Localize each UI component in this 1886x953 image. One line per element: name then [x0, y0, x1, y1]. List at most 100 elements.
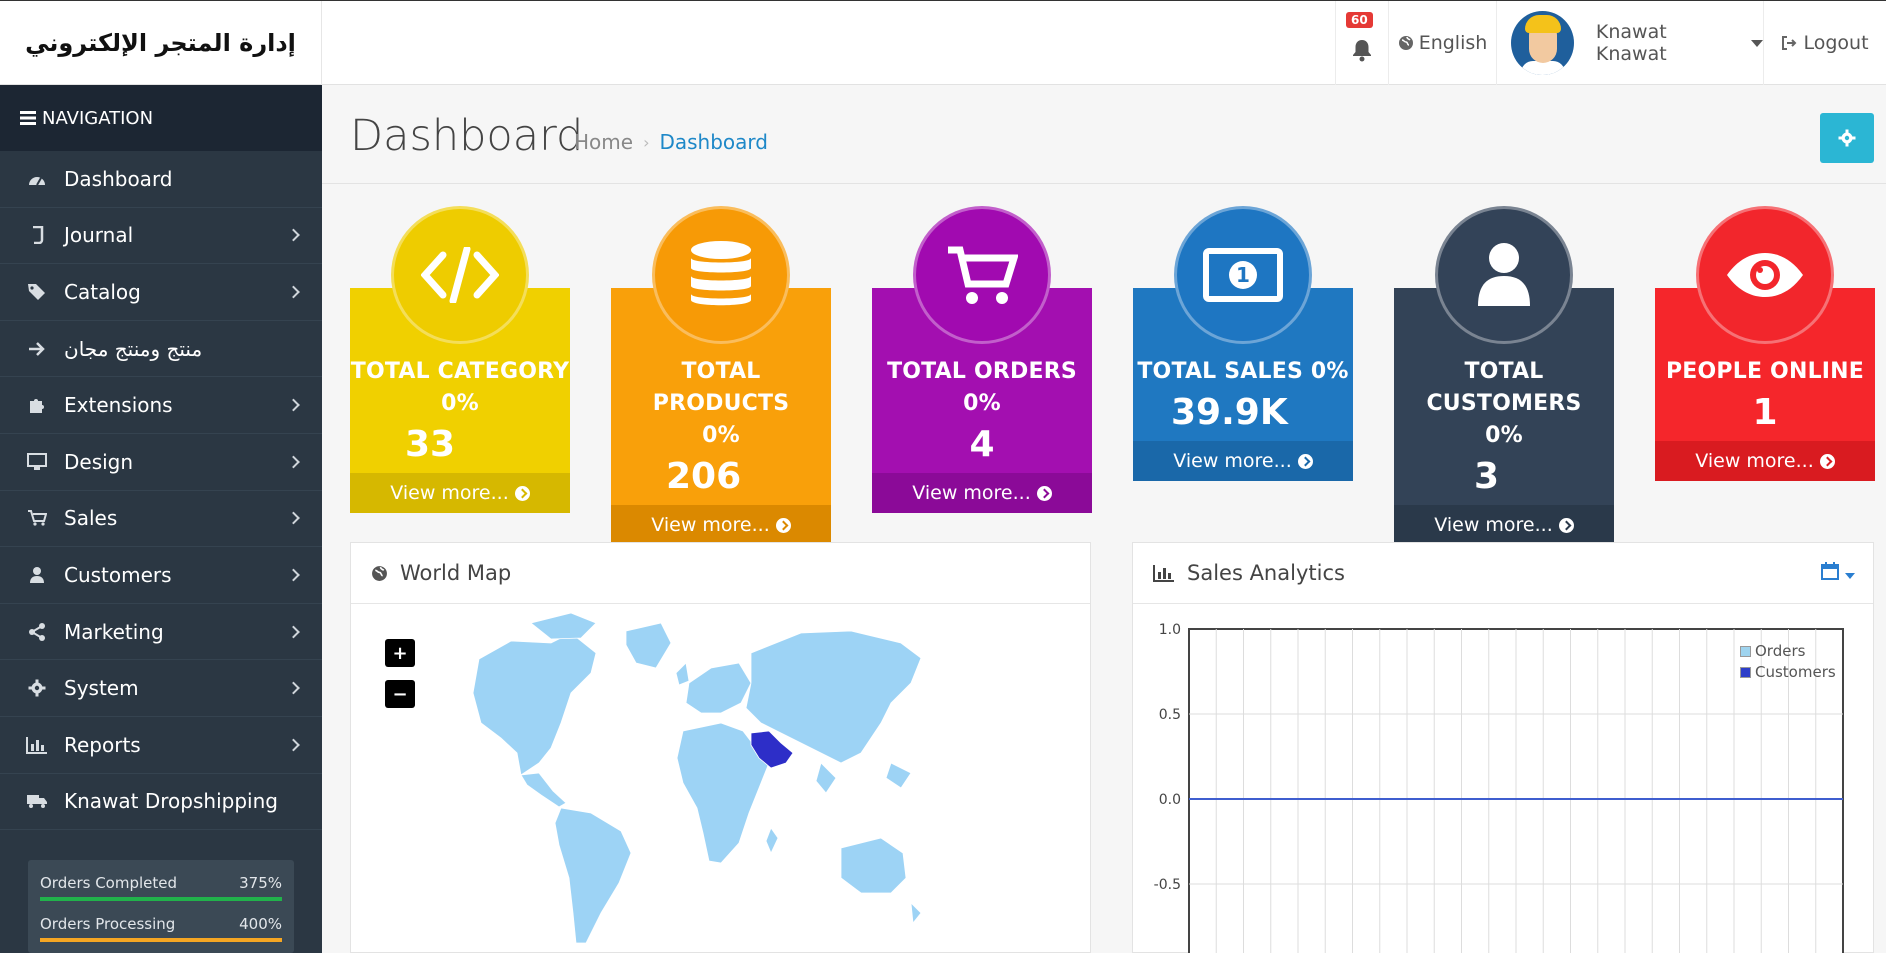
arrow-circle-right-icon [1819, 453, 1835, 469]
y-tick-label: 0.5 [1159, 707, 1181, 723]
view-more-link[interactable]: View more... [611, 505, 831, 545]
stat-card: 1 TOTAL SALES 0% 39.9K View more... [1133, 206, 1353, 481]
arrow-circle-right-icon [1558, 517, 1574, 533]
sidebar-item-catalog[interactable]: Catalog [0, 264, 322, 321]
navigation-title: NAVIGATION [42, 107, 154, 129]
chevron-right-icon [287, 568, 300, 582]
settings-button[interactable] [1820, 113, 1874, 163]
arrow-circle-right-icon [775, 517, 791, 533]
view-more-link[interactable]: View more... [350, 473, 570, 513]
language-selector[interactable]: English [1388, 1, 1496, 85]
avatar [1511, 11, 1574, 75]
sidebar-item-label: Design [64, 449, 134, 474]
breadcrumb-home[interactable]: Home [574, 130, 633, 154]
sign-out-icon [1782, 36, 1797, 50]
sidebar-item-label: منتج ومنتج مجان [64, 336, 203, 361]
money-icon: 1 [1174, 206, 1312, 344]
sidebar-item-label: Dashboard [64, 166, 173, 191]
puzzle-icon [26, 394, 48, 416]
stat-card-percent: 0% [1485, 423, 1523, 448]
eye-icon [1696, 206, 1834, 344]
chevron-right-icon [287, 229, 300, 242]
sidebar-item-dashboard[interactable]: Dashboard [0, 151, 322, 208]
svg-text:1: 1 [1236, 263, 1250, 287]
date-range-dropdown[interactable] [1820, 561, 1855, 585]
sidebar-item-extensions[interactable]: Extensions [0, 377, 322, 434]
bars-icon [20, 111, 36, 125]
user-menu[interactable]: Knawat Knawat [1496, 1, 1763, 85]
stat-card-label: TOTAL PRODUCTS [652, 359, 790, 416]
stat-card-value: 4 [969, 424, 995, 465]
sidebar-item-free-product[interactable]: منتج ومنتج مجان [0, 321, 322, 378]
globe-icon [372, 565, 387, 581]
sidebar-item-journal[interactable]: Journal [0, 208, 322, 265]
globe-icon [1398, 36, 1413, 50]
user-icon [26, 564, 48, 586]
progress-processing: Orders Processing 400% [40, 915, 282, 933]
stat-card-value: 33 [405, 424, 456, 465]
chevron-right-icon [287, 738, 300, 752]
sidebar-item-marketing[interactable]: Marketing [0, 604, 322, 661]
progress-value: 400% [239, 915, 282, 933]
sidebar-item-design[interactable]: Design [0, 434, 322, 491]
bell-icon [1353, 40, 1371, 62]
nav-list: Dashboard Journal Catalog منتج ومنتج مجان Ex… [0, 151, 322, 831]
y-tick-label: 0.0 [1159, 792, 1181, 808]
zoom-out-button[interactable]: − [385, 680, 415, 708]
sidebar-item-customers[interactable]: Customers [0, 547, 322, 604]
world-map[interactable] [421, 613, 941, 953]
chevron-right-icon [287, 511, 300, 525]
arrow-circle-right-icon [1036, 485, 1052, 501]
sidebar-item-reports[interactable]: Reports [0, 717, 322, 774]
view-more-label: View more... [651, 514, 770, 536]
zoom-in-button[interactable]: + [385, 639, 415, 667]
logo-text: إدارة المتجر الإلكتروني [25, 29, 296, 57]
y-tick-label: 1.0 [1159, 622, 1181, 638]
sidebar-item-label: Journal [64, 223, 134, 248]
stat-card: TOTAL CUSTOMERS 0% 3 View more... [1394, 206, 1614, 545]
stat-card-value: 1 [1752, 392, 1778, 433]
view-more-link[interactable]: View more... [1655, 441, 1875, 481]
logo[interactable]: إدارة المتجر الإلكتروني [0, 1, 322, 85]
notifications-button[interactable]: 60 [1335, 1, 1388, 85]
world-map-panel: World Map + − [350, 542, 1091, 953]
sidebar-item-label: Catalog [64, 279, 141, 304]
stat-card-label: TOTAL CATEGORY [350, 359, 570, 384]
progress-completed: Orders Completed 375% [40, 874, 282, 892]
notification-badge: 60 [1346, 12, 1373, 28]
stat-card: TOTAL CATEGORY 0% 33 View more... [350, 206, 570, 513]
sidebar-item-knawat-dropshipping[interactable]: Knawat Dropshipping [0, 774, 322, 831]
chevron-right-icon [287, 285, 300, 299]
stat-card-label: TOTAL CUSTOMERS [1426, 359, 1582, 416]
page-title: Dashboard [350, 111, 584, 161]
chart-legend: Orders Customers [1740, 642, 1836, 681]
cart-icon [26, 507, 48, 529]
share-icon [26, 621, 48, 643]
world-map-title: World Map [400, 561, 512, 585]
sales-analytics-title: Sales Analytics [1187, 561, 1345, 585]
stat-card: TOTAL ORDERS 0% 4 View more... [872, 206, 1092, 513]
stat-card-value: 206 [666, 456, 742, 497]
progress-bar-processing [40, 938, 282, 942]
chevron-right-icon [287, 681, 300, 695]
view-more-label: View more... [1434, 514, 1553, 536]
chevron-right-icon [287, 455, 300, 469]
logout-button[interactable]: Logout [1763, 1, 1886, 85]
logout-label: Logout [1803, 32, 1869, 54]
view-more-link[interactable]: View more... [872, 473, 1092, 513]
caret-down-icon [1751, 39, 1763, 47]
desktop-icon [26, 451, 48, 473]
view-more-link[interactable]: View more... [1133, 441, 1353, 481]
breadcrumb-current[interactable]: Dashboard [659, 130, 768, 154]
stat-card-value: 39.9K [1171, 392, 1288, 433]
view-more-label: View more... [912, 482, 1031, 504]
view-more-link[interactable]: View more... [1394, 505, 1614, 545]
caret-down-icon [1845, 573, 1855, 579]
navigation-header[interactable]: NAVIGATION [0, 85, 322, 151]
sidebar-item-system[interactable]: System [0, 660, 322, 717]
user-name: Knawat Knawat [1595, 21, 1667, 65]
sales-analytics-header: Sales Analytics [1133, 543, 1873, 604]
view-more-label: View more... [1695, 450, 1814, 472]
legend-item: Orders [1740, 642, 1836, 660]
sidebar-item-sales[interactable]: Sales [0, 491, 322, 548]
